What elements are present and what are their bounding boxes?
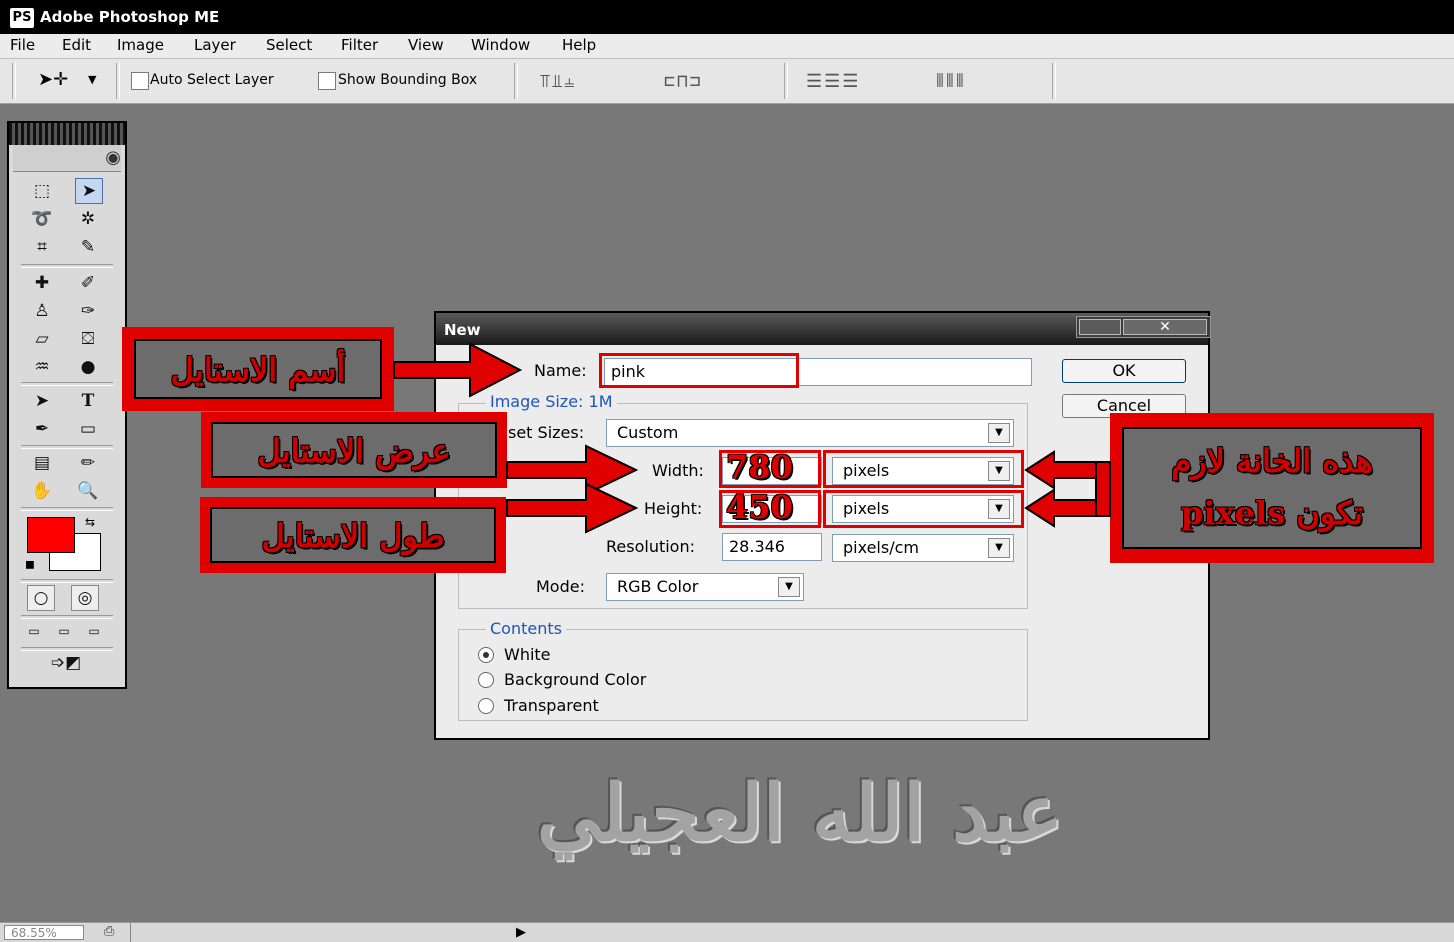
arrow-to-height-unit-head bbox=[1024, 488, 1101, 528]
status-menu-arrow-icon[interactable]: ▶ bbox=[516, 925, 526, 940]
document-info-icon[interactable]: ⎙ bbox=[104, 924, 114, 939]
author-signature: عبد الله العجيلي bbox=[536, 768, 1064, 859]
arrow-connector bbox=[1095, 461, 1111, 517]
status-bar: 68.55% ⎙ ▶ bbox=[0, 922, 1454, 942]
arrow-to-width-unit-head bbox=[1024, 450, 1101, 490]
arrow-to-name bbox=[393, 342, 523, 398]
arrow-to-height bbox=[506, 482, 639, 534]
divider bbox=[130, 923, 131, 942]
zoom-level-field[interactable]: 68.55% bbox=[4, 925, 84, 940]
arrow-to-width bbox=[506, 444, 639, 496]
